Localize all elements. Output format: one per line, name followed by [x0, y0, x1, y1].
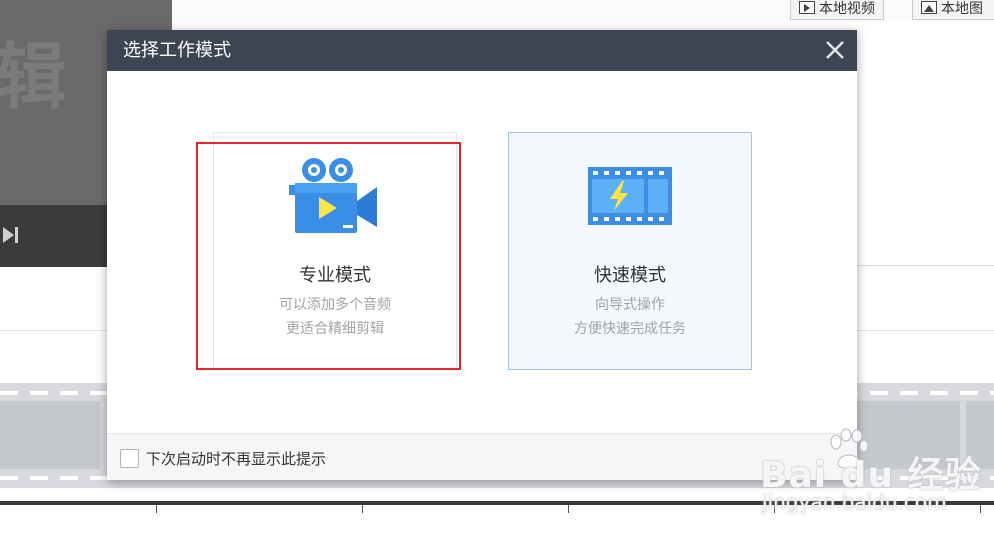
- dialog-header: 选择工作模式: [107, 30, 857, 71]
- dialog-title: 选择工作模式: [123, 40, 231, 61]
- dialog-footer: 下次启动时不再显示此提示: [107, 433, 857, 480]
- dont-show-again-label[interactable]: 下次启动时不再显示此提示: [146, 448, 326, 469]
- ruler-tick: [980, 505, 981, 513]
- pro-mode-desc-1: 可以添加多个音频: [279, 297, 391, 313]
- timeline-clip[interactable]: [966, 401, 994, 469]
- pro-mode-card[interactable]: 专业模式 可以添加多个音频 更适合精细剪辑: [213, 132, 457, 370]
- timeline-ruler: [0, 501, 994, 505]
- divider: [856, 265, 994, 266]
- skip-next-icon[interactable]: [2, 223, 20, 247]
- pro-mode-desc-2: 更适合精细剪辑: [286, 321, 384, 337]
- film-strip-lightning-icon: [588, 167, 672, 225]
- timeline-clip[interactable]: [0, 401, 100, 469]
- image-file-icon: [921, 1, 937, 14]
- ruler-tick: [774, 505, 775, 513]
- local-video-label: 本地视频: [819, 0, 875, 17]
- pro-mode-title: 专业模式: [299, 265, 371, 286]
- dont-show-again-checkbox[interactable]: [120, 449, 139, 468]
- local-video-button[interactable]: 本地视频: [790, 0, 884, 20]
- video-camera-icon: [289, 158, 377, 233]
- timeline-clip[interactable]: [856, 401, 960, 469]
- close-icon[interactable]: [823, 38, 847, 62]
- local-image-label: 本地图: [941, 0, 983, 17]
- work-mode-dialog: 选择工作模式 专业模式 可以添加多个音频 更适合精细剪辑 快速模式 向导式操作 …: [107, 30, 857, 480]
- fast-mode-desc-2: 方便快速完成任务: [574, 321, 686, 337]
- ruler-tick: [568, 505, 569, 513]
- fast-mode-title: 快速模式: [594, 265, 666, 286]
- ruler-tick: [362, 505, 363, 513]
- toolbar: 本地视频 本地图: [172, 0, 994, 22]
- preview-glyph: 辑: [0, 35, 67, 119]
- local-image-button[interactable]: 本地图: [912, 0, 994, 20]
- fast-mode-card[interactable]: 快速模式 向导式操作 方便快速完成任务: [508, 132, 752, 370]
- fast-mode-desc-1: 向导式操作: [595, 297, 665, 313]
- video-file-icon: [799, 1, 815, 14]
- ruler-tick: [156, 505, 157, 513]
